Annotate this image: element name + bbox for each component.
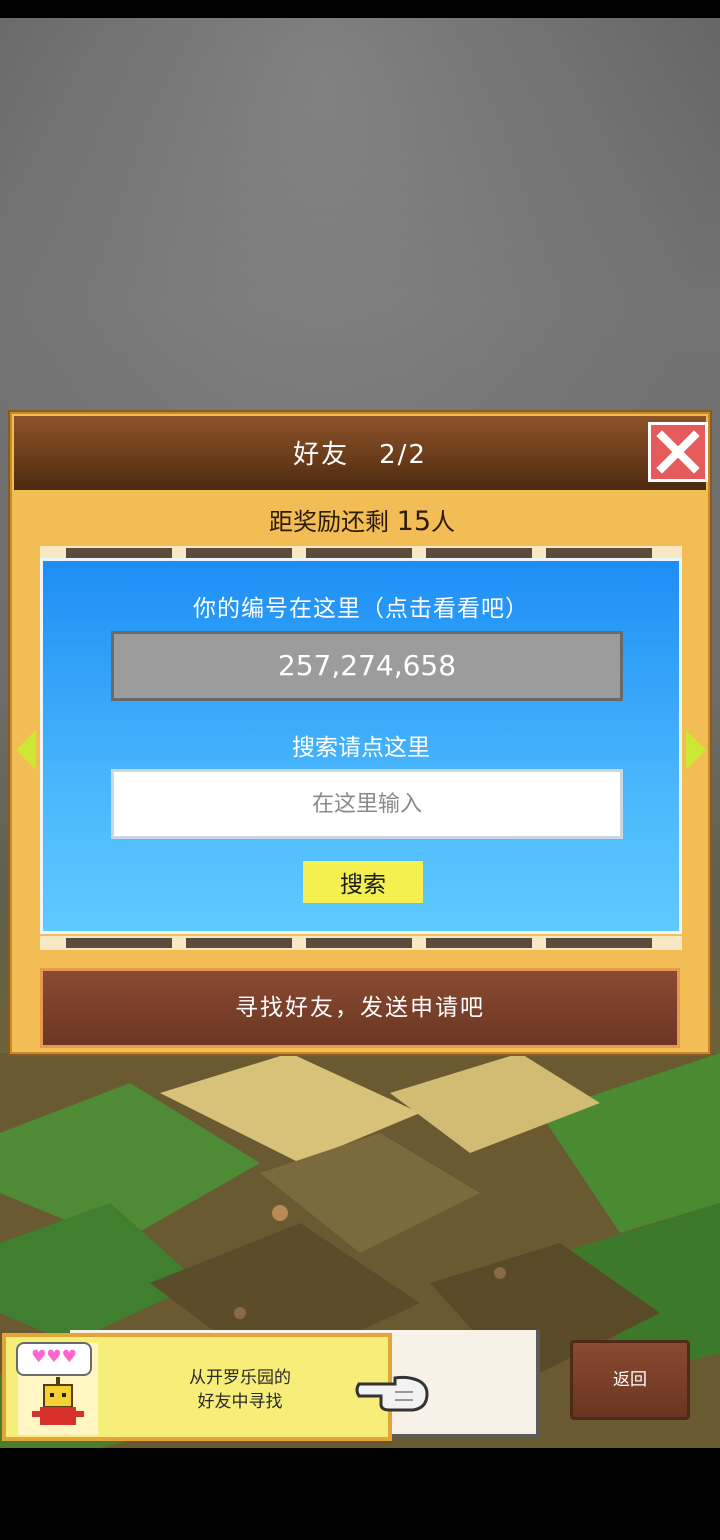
search-button[interactable]: 搜索 [303, 861, 423, 903]
reward-prefix: 距奖励还剩 [269, 508, 389, 536]
dialog-header: 好友 2/2 [14, 416, 708, 490]
next-page-arrow-icon[interactable] [686, 730, 706, 770]
hearts-bubble: ♥♥♥ [16, 1342, 92, 1376]
friend-slot [66, 938, 172, 948]
search-panel: 你的编号在这里（点击看看吧） 257,274,658 搜索请点这里 搜索 [40, 558, 682, 934]
friend-slot [546, 548, 652, 558]
search-label: 搜索请点这里 [292, 735, 430, 761]
find-friends-button[interactable]: 寻找好友，发送申请吧 [40, 968, 680, 1048]
friend-slot [186, 548, 292, 558]
reward-count: 15 [396, 506, 431, 537]
friend-slot [426, 938, 532, 948]
friend-slot [306, 548, 412, 558]
close-icon [656, 430, 700, 474]
friend-slot [426, 548, 532, 558]
close-button[interactable] [648, 422, 708, 482]
prev-page-arrow-icon[interactable] [16, 730, 36, 770]
dialog-title-text: 好友 [293, 440, 350, 470]
dialog-title: 好友 2/2 [14, 434, 706, 471]
friend-slot [546, 938, 652, 948]
pointing-hand-icon [355, 1375, 429, 1412]
friends-dialog: 好友 2/2 距奖励还剩 15人 你的编号在这里（点击看看吧） 257,274,6… [8, 410, 712, 1056]
friend-slot [66, 548, 172, 558]
reward-suffix: 人 [431, 508, 455, 536]
your-id-value[interactable]: 257,274,658 [111, 631, 623, 701]
friend-slot [186, 938, 292, 948]
friend-slot-strip-bottom [40, 936, 682, 950]
search-input[interactable] [111, 769, 623, 839]
helper-text[interactable]: 从开罗乐园的 好友中寻找 [140, 1366, 340, 1414]
page-indicator: 2/2 [379, 440, 427, 470]
status-bar [0, 0, 720, 18]
bottom-bar [0, 1448, 720, 1540]
friend-slot [306, 938, 412, 948]
helper-text-line1: 从开罗乐园的 [189, 1368, 291, 1388]
reward-remaining: 距奖励还剩 15人 [10, 502, 714, 537]
back-button[interactable]: 返回 [570, 1340, 690, 1420]
your-id-label: 你的编号在这里（点击看看吧） [193, 596, 529, 622]
helper-text-line2: 好友中寻找 [197, 1392, 283, 1412]
